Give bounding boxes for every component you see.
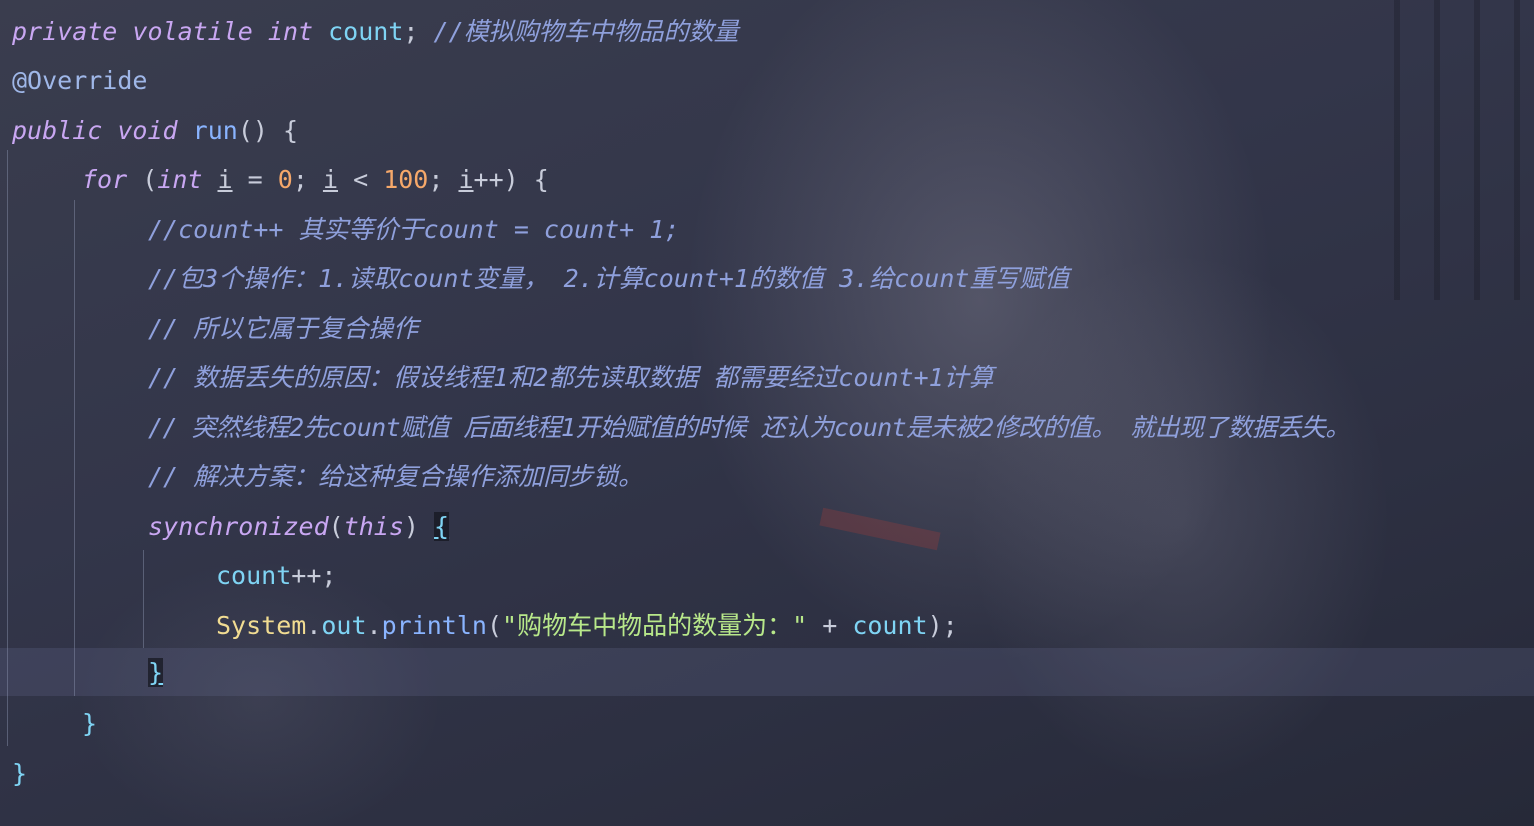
code-line-9[interactable]: // 突然线程2先count赋值 后面线程1开始赋值的时候 还认为count是未… bbox=[148, 403, 1350, 452]
code-editor[interactable]: private volatile int count; //模拟购物车中物品的数… bbox=[0, 0, 1534, 826]
code-line-8[interactable]: // 数据丢失的原因：假设线程1和2都先读取数据 都需要经过count+1计算 bbox=[148, 353, 994, 402]
string-literal: "购物车中物品的数量为：" bbox=[502, 611, 808, 640]
code-line-10[interactable]: // 解决方案：给这种复合操作添加同步锁。 bbox=[148, 452, 643, 501]
code-line-16[interactable]: } bbox=[12, 749, 27, 798]
comment: // 解决方案：给这种复合操作添加同步锁。 bbox=[148, 462, 644, 491]
comment: //count++ 其实等价于count = count+ 1; bbox=[148, 215, 680, 244]
code-line-7[interactable]: // 所以它属于复合操作 bbox=[148, 304, 418, 353]
indent-guide bbox=[74, 200, 75, 696]
indent-guide bbox=[7, 150, 8, 746]
matching-brace: { bbox=[434, 512, 450, 541]
comment: // 突然线程2先count赋值 后面线程1开始赋值的时候 还认为count是未… bbox=[148, 413, 1350, 442]
code-line-2[interactable]: @Override bbox=[12, 56, 147, 105]
matching-brace: } bbox=[148, 658, 164, 687]
background-artwork-accent bbox=[819, 507, 941, 551]
code-line-11[interactable]: synchronized(this) { bbox=[148, 502, 450, 551]
code-line-12[interactable]: count++; bbox=[216, 551, 336, 600]
code-line-15[interactable]: } bbox=[82, 699, 97, 748]
code-line-3[interactable]: public void run() { bbox=[12, 106, 298, 155]
count-field: count bbox=[328, 17, 404, 46]
background-artwork bbox=[1394, 0, 1534, 300]
comment: //模拟购物车中物品的数量 bbox=[433, 17, 739, 46]
comment: // 数据丢失的原因：假设线程1和2都先读取数据 都需要经过count+1计算 bbox=[148, 363, 994, 392]
code-line-4[interactable]: for (int i = 0; i < 100; i++) { bbox=[82, 155, 549, 204]
current-line-highlight bbox=[0, 648, 1534, 696]
comment: //包3个操作：1.读取count变量， 2.计算count+1的数值 3.给c… bbox=[148, 264, 1070, 293]
code-line-14[interactable]: } bbox=[148, 648, 164, 697]
code-line-5[interactable]: //count++ 其实等价于count = count+ 1; bbox=[148, 205, 679, 254]
indent-guide bbox=[143, 550, 144, 648]
code-line-13[interactable]: System.out.println("购物车中物品的数量为：" + count… bbox=[216, 601, 958, 650]
annotation: @Override bbox=[12, 66, 148, 95]
comment: // 所以它属于复合操作 bbox=[148, 314, 419, 343]
code-line-6[interactable]: //包3个操作：1.读取count变量， 2.计算count+1的数值 3.给c… bbox=[148, 254, 1069, 303]
method-name: run bbox=[192, 116, 238, 145]
code-line-1[interactable]: private volatile int count; //模拟购物车中物品的数… bbox=[12, 7, 739, 56]
